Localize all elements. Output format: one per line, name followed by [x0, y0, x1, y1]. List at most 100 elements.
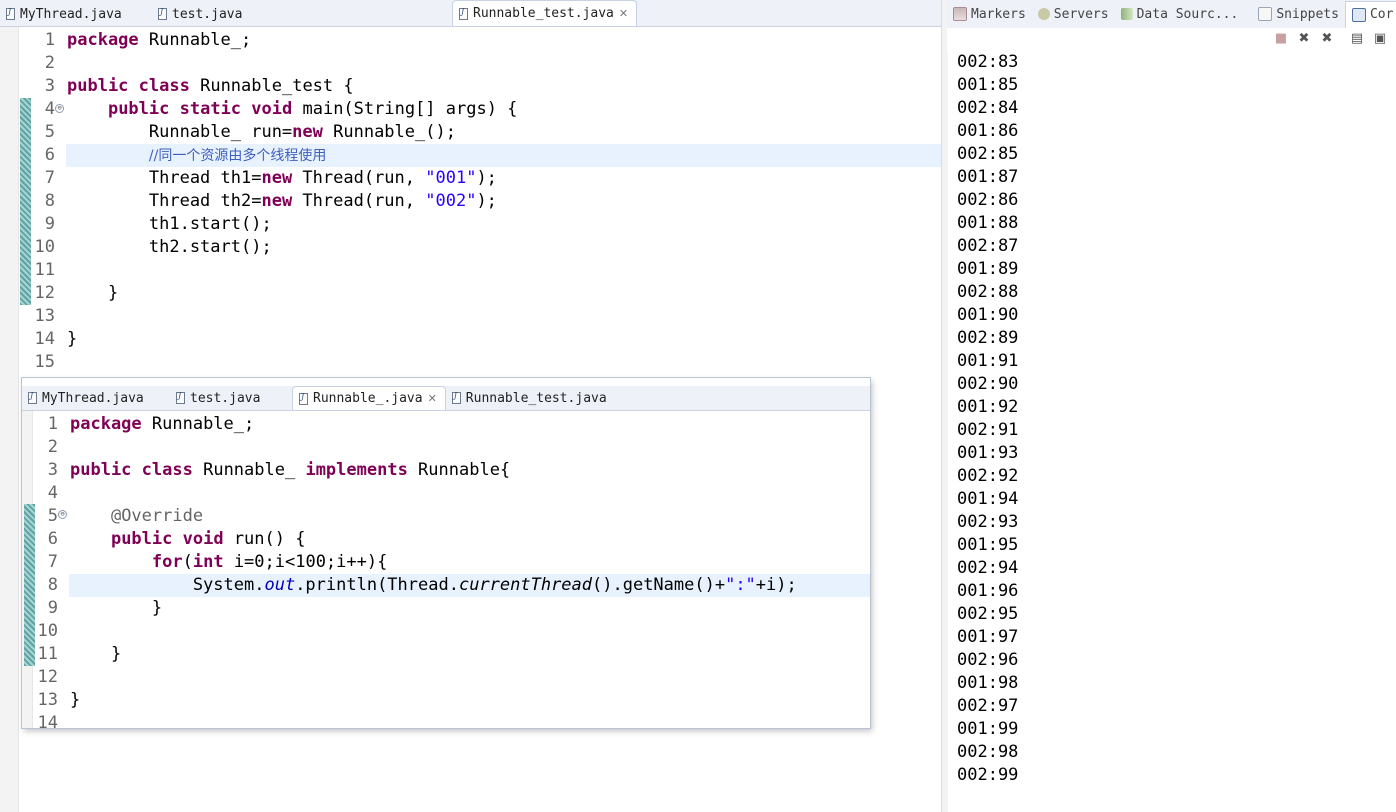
console-line: 002:99	[957, 765, 1019, 785]
code-line[interactable]: }	[67, 328, 77, 351]
console-line: 001:88	[957, 213, 1019, 233]
tab-runnable-test-java[interactable]: Runnable_test.java	[446, 386, 615, 410]
tab-test-java[interactable]: test.java	[170, 386, 292, 410]
tab-mythread-java[interactable]: MyThread.java	[22, 386, 170, 410]
console-line: 001:92	[957, 397, 1019, 417]
fold-collapse-icon[interactable]: ⊖	[55, 104, 64, 113]
java-file-icon	[158, 7, 167, 20]
line-number: 4	[47, 483, 58, 503]
close-icon[interactable]: ✕	[619, 7, 628, 20]
bottom-editor-tabbar: MyThread.java test.java Runnable_.java ✕…	[22, 386, 870, 411]
line-number: 7	[47, 552, 58, 572]
console-line: 001:87	[957, 167, 1019, 187]
line-number: 2	[47, 437, 58, 457]
tab-label: MyThread.java	[42, 390, 144, 406]
clear-console-icon[interactable]: ▤	[1350, 32, 1364, 46]
console-toolbar: ■ ✖ ✖ ▤ ▣	[947, 28, 1396, 52]
scroll-lock-icon[interactable]: ▣	[1373, 32, 1387, 46]
code-line[interactable]: Thread th2=new Thread(run, "002");	[67, 190, 497, 213]
code-line[interactable]: package Runnable_;	[67, 29, 251, 52]
line-number: 14	[37, 713, 58, 728]
line-number: 6	[44, 145, 55, 165]
line-number: 13	[37, 690, 58, 710]
line-number: 1	[47, 414, 58, 434]
top-editor-ruler	[0, 27, 19, 812]
line-number: 12	[37, 667, 58, 687]
tab-label: Cor	[1369, 7, 1394, 22]
line-number: 3	[44, 76, 55, 96]
tab-snippets[interactable]: Snippets	[1252, 7, 1345, 22]
tab-runnable-test-java[interactable]: Runnable_test.java ✕	[452, 0, 638, 26]
tab-label: Markers	[971, 6, 1026, 22]
console-line: 001:99	[957, 719, 1019, 739]
code-line[interactable]: public void run() {	[70, 528, 306, 551]
fold-collapse-icon[interactable]: ⊖	[58, 510, 67, 519]
tab-label: Servers	[1053, 6, 1109, 22]
code-line[interactable]: th2.start();	[67, 236, 272, 259]
console-line: 002:84	[957, 98, 1019, 118]
panel-sash[interactable]	[941, 0, 948, 812]
code-line[interactable]: Thread th1=new Thread(run, "001");	[67, 167, 497, 190]
quick-editor-popup[interactable]: MyThread.java test.java Runnable_.java ✕…	[22, 378, 870, 728]
line-number: 13	[34, 306, 55, 326]
console-line: 001:85	[957, 75, 1019, 95]
code-line[interactable]: System.out.println(Thread.currentThread(…	[70, 574, 797, 597]
code-line[interactable]: public static void main(String[] args) {	[67, 98, 517, 121]
code-line[interactable]: }	[67, 282, 118, 305]
markers-icon	[953, 7, 967, 21]
line-number: 11	[34, 260, 55, 280]
java-file-icon	[28, 391, 37, 404]
console-line: 002:93	[957, 512, 1019, 532]
tab-runnable-java[interactable]: Runnable_.java ✕	[292, 386, 446, 410]
code-line[interactable]: @Override	[70, 505, 203, 528]
top-editor-tabbar: MyThread.java test.java Runnable_test.ja…	[0, 0, 941, 27]
close-icon[interactable]: ✕	[428, 392, 437, 405]
code-line[interactable]: for(int i=0;i<100;i++){	[70, 551, 387, 574]
line-number: 2	[44, 53, 55, 73]
code-line[interactable]: //同一个资源由多个线程使用	[67, 144, 326, 167]
tab-data-source-explorer[interactable]: Data Sourc...	[1115, 7, 1245, 22]
code-line[interactable]: public class Runnable_test {	[67, 75, 354, 98]
console-line: 001:89	[957, 259, 1019, 279]
line-number: 8	[44, 191, 55, 211]
code-line[interactable]: th1.start();	[67, 213, 272, 236]
console-line: 001:93	[957, 443, 1019, 463]
console-icon	[1351, 7, 1366, 22]
code-line[interactable]: }	[70, 689, 80, 712]
code-line[interactable]: }	[70, 597, 162, 620]
code-line[interactable]: Runnable_ run=new Runnable_();	[67, 121, 456, 144]
console-line: 002:83	[957, 52, 1019, 72]
remove-launch-icon[interactable]: ✖	[1297, 32, 1311, 46]
console-line: 002:96	[957, 650, 1019, 670]
tab-mythread-java[interactable]: MyThread.java	[0, 2, 152, 26]
line-number: 11	[37, 644, 58, 664]
console-line: 002:98	[957, 742, 1019, 762]
console-line: 002:89	[957, 328, 1019, 348]
tab-label: Snippets	[1276, 6, 1339, 22]
console-line: 001:94	[957, 489, 1019, 509]
tab-servers[interactable]: Servers	[1032, 7, 1115, 22]
tab-test-java[interactable]: test.java	[152, 2, 270, 26]
java-file-icon	[176, 391, 185, 404]
console-line: 002:90	[957, 374, 1019, 394]
console-line: 002:97	[957, 696, 1019, 716]
code-line[interactable]: }	[70, 643, 121, 666]
tab-markers[interactable]: Markers	[947, 7, 1032, 22]
remove-all-terminated-icon[interactable]: ✖	[1320, 32, 1334, 46]
code-line[interactable]: package Runnable_;	[70, 413, 254, 436]
line-number: 7	[44, 168, 55, 188]
tab-console[interactable]: Cor	[1344, 0, 1396, 28]
code-line[interactable]: public class Runnable_ implements Runnab…	[70, 459, 510, 482]
tab-label: Runnable_test.java	[465, 390, 607, 406]
line-number: 9	[44, 214, 55, 234]
console-line: 002:95	[957, 604, 1019, 624]
line-number: 10	[37, 621, 58, 641]
database-icon	[1120, 8, 1133, 20]
terminate-icon[interactable]: ■	[1274, 32, 1288, 46]
tab-label: test.java	[172, 6, 243, 22]
console-line: 001:96	[957, 581, 1019, 601]
line-number: 9	[47, 598, 58, 618]
line-number: 12	[34, 283, 55, 303]
console-line: 002:92	[957, 466, 1019, 486]
tab-label: Data Sourc...	[1136, 6, 1239, 22]
